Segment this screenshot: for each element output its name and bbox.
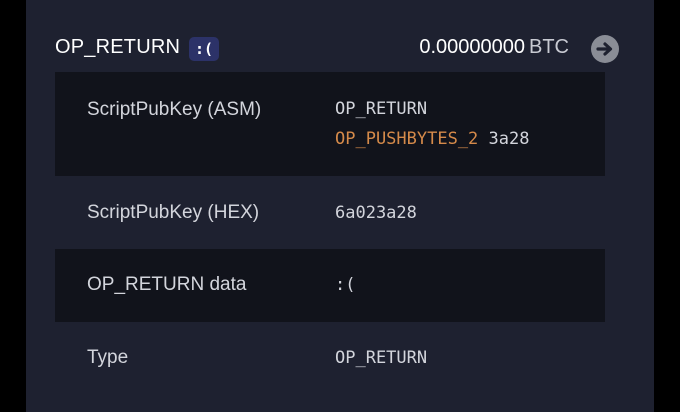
op-return-data-badge: :( (189, 37, 220, 61)
op-return-data-row: OP_RETURN data :( (55, 249, 605, 322)
arrow-right-circle-icon[interactable] (591, 35, 619, 63)
output-type-title: OP_RETURN (55, 36, 181, 58)
scriptpubkey-asm-row: ScriptPubKey (ASM) OP_RETURN OP_PUSHBYTE… (55, 72, 605, 176)
amount-unit: BTC (529, 36, 569, 58)
output-header: OP_RETURN :( 0.00000000 BTC (55, 30, 625, 68)
amount-value: 0.00000000 (419, 36, 525, 58)
asm-op-return: OP_RETURN (335, 99, 428, 119)
asm-push-data: 3a28 (488, 129, 530, 149)
type-row: Type OP_RETURN (55, 322, 605, 394)
output-amount: 0.00000000 BTC (419, 36, 569, 59)
scriptpubkey-asm-label: ScriptPubKey (ASM) (87, 99, 262, 120)
type-label: Type (87, 347, 129, 368)
type-value: OP_RETURN (335, 348, 428, 368)
asm-pushbytes-line: OP_PUSHBYTES_2 3a28 (335, 129, 530, 149)
scriptpubkey-hex-row: ScriptPubKey (HEX) 6a023a28 (55, 176, 605, 249)
asm-op-pushbytes: OP_PUSHBYTES_2 (335, 129, 479, 149)
scriptpubkey-hex-value: 6a023a28 (335, 203, 417, 223)
scriptpubkey-hex-label: ScriptPubKey (HEX) (87, 202, 260, 223)
op-return-data-label: OP_RETURN data (87, 274, 247, 295)
op-return-data-value: :( (335, 275, 356, 295)
